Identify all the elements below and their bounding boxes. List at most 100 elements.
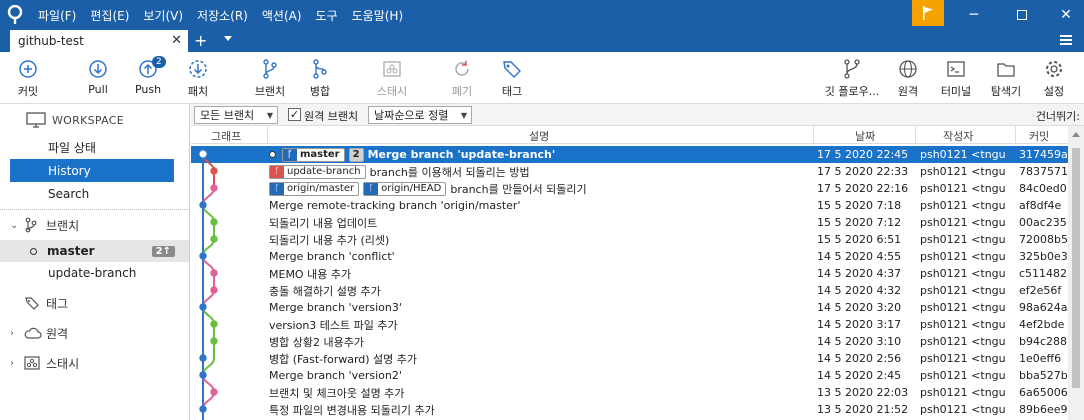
tab-github-test[interactable]: github-test ✕ [10, 30, 188, 52]
menu-edit[interactable]: 편집(E) [90, 7, 129, 24]
new-tab-button[interactable]: + [194, 30, 207, 52]
table-row[interactable]: Merge remote-tracking branch 'origin/mas… [191, 197, 1068, 214]
sidebar-item-history[interactable]: History [10, 159, 174, 182]
pull-button[interactable]: Pull [70, 58, 126, 96]
commit-description: 특정 파일의 변경내용 되돌리기 추가 [269, 402, 809, 418]
flag-button[interactable] [912, 0, 944, 26]
stash-label: 스태시 [46, 356, 80, 371]
vertical-scrollbar[interactable] [1068, 126, 1084, 420]
sidebar-group-remotes[interactable]: › 원격 [0, 318, 189, 348]
table-row[interactable]: 병합 상황2 내용추가 14 5 2020 3:10 psh0121 <tngu… [191, 333, 1068, 350]
push-button[interactable]: 2 Push [120, 56, 176, 96]
graph-node[interactable] [199, 371, 207, 379]
col-graph[interactable]: 그래프 [211, 128, 241, 144]
scrollbar-thumb[interactable] [1072, 148, 1080, 388]
table-row[interactable]: ᚴ master 2 Merge branch 'update-branch' 17 … [191, 146, 1068, 163]
graph-node[interactable] [210, 388, 218, 396]
table-row[interactable]: Merge branch 'conflict' 14 5 2020 4:55 p… [191, 248, 1068, 265]
commit-button[interactable]: 커밋 [0, 58, 56, 99]
hamburger-menu-icon[interactable] [1060, 35, 1072, 45]
scroll-up-icon[interactable] [1072, 132, 1080, 137]
sidebar-branch-master[interactable]: master 2↑ [0, 240, 189, 262]
fetch-button[interactable]: 패치 [170, 58, 226, 99]
menu-repository[interactable]: 저장소(R) [197, 7, 248, 24]
table-row[interactable]: Merge branch 'version2' 14 5 2020 2:45 p… [191, 367, 1068, 384]
commit-hash: bba527b [1019, 369, 1067, 382]
col-date[interactable]: 날짜 [855, 128, 875, 144]
graph-node[interactable] [199, 354, 207, 362]
close-icon: ✕ [1060, 7, 1072, 23]
sidebar-group-branches[interactable]: ⌄ 브랜치 [0, 210, 189, 240]
graph-node[interactable] [199, 252, 207, 260]
table-row[interactable]: MEMO 내용 추가 14 5 2020 4:37 psh0121 <tngus… [191, 265, 1068, 282]
settings-button[interactable]: 설정 [1026, 58, 1082, 99]
graph-node[interactable] [199, 303, 207, 311]
minimize-button[interactable]: ─ [956, 0, 992, 30]
commit-message: Merge branch 'version3' [269, 301, 402, 314]
branch-filter-select[interactable]: 모든 브랜치 ▼ [194, 106, 278, 124]
tab-close-icon[interactable]: ✕ [171, 33, 182, 48]
menu-view[interactable]: 보기(V) [143, 7, 183, 24]
commit-hash: 4ef2bde [1019, 318, 1065, 331]
graph-node[interactable] [210, 269, 218, 277]
graph-node[interactable] [210, 286, 218, 294]
commit-message: 되돌리기 내용 추가 (리셋) [269, 233, 390, 247]
maximize-button[interactable] [1004, 0, 1040, 30]
table-row[interactable]: ᚴ update-branch branch를 이용해서 되돌리는 방법 17 5 … [191, 163, 1068, 180]
branch-label-tag[interactable]: ᚴ master [282, 147, 345, 162]
commit-author: psh0121 <tngus2( [920, 165, 1006, 178]
table-row[interactable]: ᚴ origin/master ᚴ origin/HEAD branch를 만들어서 되… [191, 180, 1068, 197]
menu-file[interactable]: 파일(F) [38, 7, 76, 24]
branch-label-tag[interactable]: ᚴ origin/master [269, 181, 360, 196]
graph-node[interactable] [199, 405, 207, 413]
graph-node[interactable] [210, 320, 218, 328]
commit-message: branch를 이용해서 되돌리는 방법 [369, 165, 530, 179]
table-row[interactable]: 병합 (Fast-forward) 설명 추가 14 5 2020 2:56 p… [191, 350, 1068, 367]
tab-dropdown-icon[interactable] [224, 36, 232, 41]
menu-tools[interactable]: 도구 [316, 7, 338, 24]
table-row[interactable]: Merge branch 'version3' 14 5 2020 3:20 p… [191, 299, 1068, 316]
branch-label-tag[interactable]: ᚴ origin/HEAD [363, 181, 447, 196]
branch-label-tag[interactable]: ᚴ update-branch [269, 164, 366, 179]
table-row[interactable]: 충돌 해결하기 설명 추가 14 5 2020 4:32 psh0121 <tn… [191, 282, 1068, 299]
commit-hash: b94c288 [1019, 335, 1067, 348]
sort-order-select[interactable]: 날짜순으로 정렬 ▼ [368, 106, 472, 124]
col-description[interactable]: 설명 [529, 128, 549, 144]
commit-description: ᚴ master 2 Merge branch 'update-branch' [269, 147, 809, 162]
table-row[interactable]: 되돌리기 내용 추가 (리셋) 15 5 2020 6:51 psh0121 <… [191, 231, 1068, 248]
settings-label: 설정 [1043, 85, 1065, 98]
col-commit[interactable]: 커밋 [1029, 128, 1049, 144]
commit-description: Merge branch 'version2' [269, 369, 809, 382]
chevron-right-icon: › [10, 327, 14, 339]
remote-branch-checkbox[interactable]: ✓ [288, 108, 301, 121]
graph-node[interactable] [210, 235, 218, 243]
graph-node[interactable] [210, 167, 218, 175]
git-flow-button[interactable]: 깃 플로우... [822, 58, 882, 99]
merge-button[interactable]: 병합 [292, 58, 348, 99]
graph-node[interactable] [210, 337, 218, 345]
sidebar-item-file-status[interactable]: 파일 상태 [0, 136, 189, 159]
stash-button[interactable]: 스태시 [364, 58, 420, 99]
close-window-button[interactable]: ✕ [1048, 0, 1084, 30]
sidebar-item-search[interactable]: Search [0, 182, 189, 205]
menu-actions[interactable]: 액션(A) [262, 7, 302, 24]
graph-node[interactable] [197, 148, 209, 160]
discard-button[interactable]: 폐기 [434, 58, 490, 99]
branch-button[interactable]: 브랜치 [242, 58, 298, 99]
table-row[interactable]: 특정 파일의 변경내용 되돌리기 추가 13 5 2020 21:52 psh0… [191, 401, 1068, 418]
sidebar-group-stash[interactable]: › 스태시 [0, 348, 189, 378]
graph-node[interactable] [210, 184, 218, 192]
graph-node[interactable] [210, 218, 218, 226]
col-author[interactable]: 작성자 [943, 128, 973, 144]
table-row[interactable]: version3 테스트 파일 추가 14 5 2020 3:17 psh012… [191, 316, 1068, 333]
menu-help[interactable]: 도움말(H) [352, 7, 404, 24]
sidebar-branch-update-branch[interactable]: update-branch [0, 262, 189, 284]
pull-icon [89, 60, 107, 78]
table-row[interactable]: 되돌리기 내용 업데이트 15 5 2020 7:12 psh0121 <tng… [191, 214, 1068, 231]
table-row[interactable]: 브랜치 및 체크아웃 설명 추가 13 5 2020 22:03 psh0121… [191, 384, 1068, 401]
sidebar-group-tags[interactable]: 태그 [0, 288, 189, 318]
terminal-button[interactable]: 터미널 [928, 58, 984, 99]
chevron-right-icon: › [10, 357, 14, 369]
graph-node[interactable] [199, 201, 207, 209]
tag-button[interactable]: 태그 [484, 58, 540, 99]
